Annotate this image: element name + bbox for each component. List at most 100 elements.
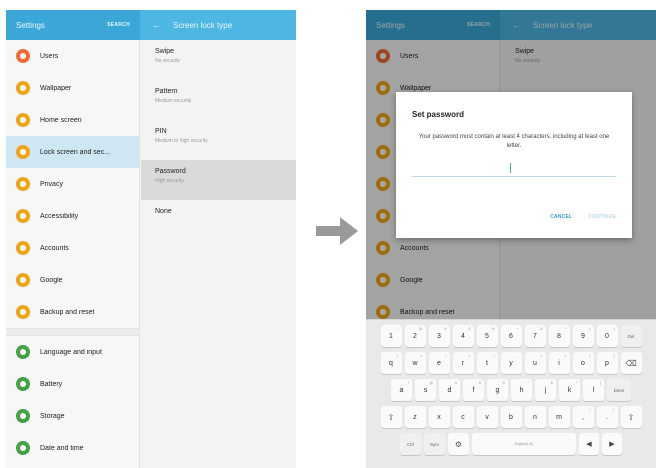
settings-gear-icon[interactable]: ⚙	[448, 433, 469, 455]
cancel-button[interactable]: CANCEL	[550, 214, 572, 220]
option-password[interactable]: Password High security	[141, 160, 296, 200]
option-pin[interactable]: PIN Medium to high security	[141, 120, 296, 160]
on-screen-keyboard: 1 ~2 @3 #4 $5% 6 ^ 7 & 8 * 9(0) Del q + w × e ÷ r = t / y _ u < i >…	[366, 319, 656, 468]
key-label: z	[413, 413, 417, 421]
key-alt-label: !	[408, 381, 409, 385]
key-label: q	[389, 359, 393, 367]
option-none[interactable]: None	[141, 200, 296, 226]
key-2[interactable]: 2 @	[404, 325, 426, 347]
key-label: h	[519, 386, 524, 394]
lock-type-options: Swipe No security Pattern Medium security PI…	[141, 40, 296, 468]
key-label: ,	[582, 413, 584, 421]
menu-item-accounts[interactable]: Accounts	[6, 232, 139, 264]
key-alt-label: ]	[613, 354, 615, 358]
sym-key[interactable]: Sym	[424, 433, 445, 455]
key-g[interactable]: g%	[487, 379, 508, 401]
key-x[interactable]: x	[428, 406, 450, 428]
key-b[interactable]: b	[500, 406, 522, 428]
key-n[interactable]: n	[524, 406, 546, 428]
option-subtitle: Medium security	[155, 98, 192, 104]
key-7[interactable]: 7 &	[524, 325, 546, 347]
key-6[interactable]: 6 ^	[500, 325, 522, 347]
key-label: 8	[557, 332, 561, 340]
sym-key-label: Sym	[430, 441, 439, 447]
key-o[interactable]: o[	[572, 352, 594, 374]
search-button[interactable]: SEARCH	[107, 22, 130, 28]
key-i[interactable]: i >	[548, 352, 570, 374]
key-9[interactable]: 9(	[572, 325, 594, 347]
shift-icon[interactable]: ⇧	[380, 406, 402, 428]
key-e[interactable]: e ÷	[428, 352, 450, 374]
key-q[interactable]: q +	[380, 352, 402, 374]
settings-menu: Users Wallpaper Home screen Lock screen and…	[6, 40, 140, 468]
key-a[interactable]: a!	[391, 379, 412, 401]
key-label: .	[606, 413, 608, 421]
option-swipe[interactable]: Swipe No security	[141, 40, 296, 80]
key-f[interactable]: f $	[463, 379, 484, 401]
key-s[interactable]: s @	[415, 379, 436, 401]
menu-item-home-screen[interactable]: Home screen	[6, 104, 139, 136]
shift-icon[interactable]: ⇧	[620, 406, 642, 428]
key-t[interactable]: t /	[476, 352, 498, 374]
key-1[interactable]: 1 ~	[380, 325, 402, 347]
key-label: n	[533, 413, 537, 421]
privacy-icon	[16, 177, 30, 191]
key-8[interactable]: 8 *	[548, 325, 570, 347]
ctrl-key[interactable]: Ctrl	[400, 433, 421, 455]
menu-item-storage[interactable]: Storage	[6, 400, 139, 432]
key-p[interactable]: p]	[596, 352, 618, 374]
key-5[interactable]: 5%	[476, 325, 498, 347]
key-label: o	[581, 359, 585, 367]
key-c[interactable]: c	[452, 406, 474, 428]
continue-button[interactable]: CONTINUE	[588, 214, 616, 220]
menu-item-backup-and-reset[interactable]: Backup and reset	[6, 296, 139, 328]
delete-key[interactable]: Del	[620, 325, 642, 347]
key-label: f	[472, 386, 475, 394]
back-arrow-icon[interactable]: ←	[152, 20, 161, 30]
key-label: u	[533, 359, 537, 367]
menu-item-date-and-time[interactable]: Date and time	[6, 432, 139, 464]
key-r[interactable]: r =	[452, 352, 474, 374]
key-4[interactable]: 4 $	[452, 325, 474, 347]
key-y[interactable]: y _	[500, 352, 522, 374]
key-alt-label: #	[455, 381, 457, 385]
key-alt-label: ^	[527, 381, 529, 385]
key-v[interactable]: v	[476, 406, 498, 428]
key-z[interactable]: z	[404, 406, 426, 428]
key-punct[interactable]: ,!	[572, 406, 594, 428]
key-label: p	[605, 359, 609, 367]
key-alt-label: ^	[516, 327, 519, 331]
key-w[interactable]: w ×	[404, 352, 426, 374]
menu-item-accessibility[interactable]: Accessibility	[6, 200, 139, 232]
key-j[interactable]: j &	[535, 379, 556, 401]
key-l[interactable]: l(	[583, 379, 604, 401]
menu-item-google[interactable]: Google	[6, 264, 139, 296]
option-subtitle: Medium to high security	[155, 138, 208, 144]
menu-item-users[interactable]: Users	[6, 40, 139, 72]
key-alt-label: #	[444, 327, 447, 331]
space-key[interactable]: English(US)	[472, 433, 576, 455]
language-icon	[16, 345, 30, 359]
menu-item-label: Privacy	[40, 180, 63, 188]
menu-item-lock-screen-and-sec[interactable]: Lock screen and sec...	[6, 136, 139, 168]
menu-item-language-and-input[interactable]: Language and input	[6, 336, 139, 368]
menu-item-wallpaper[interactable]: Wallpaper	[6, 72, 139, 104]
key-label: 0	[605, 332, 609, 340]
key-u[interactable]: u <	[524, 352, 546, 374]
key-3[interactable]: 3 #	[428, 325, 450, 347]
backspace-icon[interactable]: ⌫	[620, 352, 642, 374]
key-k[interactable]: k *	[559, 379, 580, 401]
key-m[interactable]: m	[548, 406, 570, 428]
left-arrow-icon[interactable]: ◀	[579, 433, 599, 455]
menu-item-battery[interactable]: Battery	[6, 368, 139, 400]
key-d[interactable]: d #	[439, 379, 460, 401]
key-h[interactable]: h ^	[511, 379, 532, 401]
password-input[interactable]	[412, 159, 616, 177]
key-label: m	[556, 413, 562, 421]
option-pattern[interactable]: Pattern Medium security	[141, 80, 296, 120]
right-arrow-icon[interactable]: ▶	[602, 433, 622, 455]
menu-item-privacy[interactable]: Privacy	[6, 168, 139, 200]
key-punct[interactable]: .?	[596, 406, 618, 428]
key-0[interactable]: 0)	[596, 325, 618, 347]
done-key[interactable]: Done	[607, 379, 631, 401]
